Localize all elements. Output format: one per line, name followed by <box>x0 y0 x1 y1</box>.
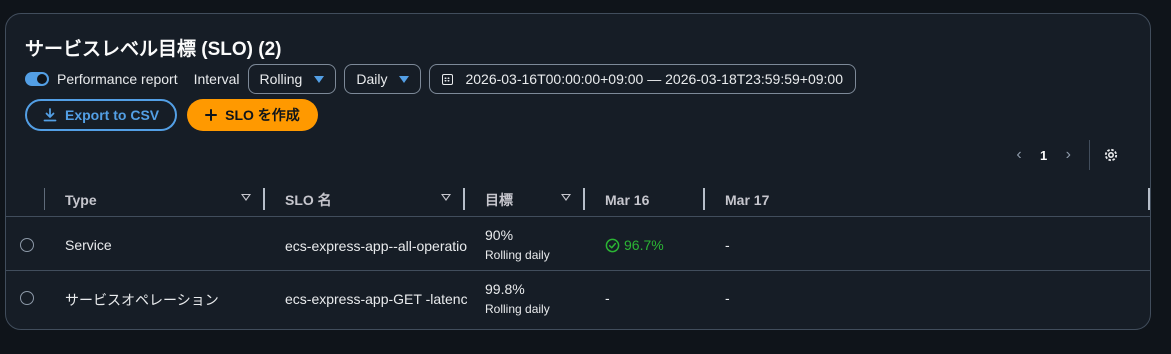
caret-down-icon <box>314 75 325 83</box>
page-title: サービスレベル目標 (SLO) (2) <box>25 39 282 60</box>
action-buttons: Export to CSV SLO を作成 <box>25 99 318 131</box>
cell-goal: 99.8% <box>485 281 525 297</box>
column-header-slo-name[interactable]: SLO 名 <box>285 184 332 216</box>
cell-mar16: - <box>605 290 610 306</box>
column-resizer[interactable] <box>583 188 585 210</box>
row-select-radio[interactable] <box>20 291 34 305</box>
cell-type: サービスオペレーション <box>65 292 219 308</box>
chevron-left-icon[interactable]: ‹ <box>1012 146 1026 164</box>
cell-slo-name[interactable]: ecs-express-app--all-operations <box>285 238 467 254</box>
create-slo-label: SLO を作成 <box>225 107 300 123</box>
cell-slo-name[interactable]: ecs-express-app-GET -latency <box>285 291 467 307</box>
table-header: Type SLO 名 目標 Mar 16 Mar 17 <box>6 184 1150 216</box>
calendar-icon <box>442 73 454 85</box>
cell-goal-sub: Rolling daily <box>485 248 550 262</box>
pagination: ‹ 1 › <box>1012 140 1120 170</box>
divider <box>1089 140 1091 170</box>
cell-goal-sub: Rolling daily <box>485 302 550 316</box>
performance-report-label: Performance report <box>57 71 178 87</box>
row-select-radio[interactable] <box>20 238 34 252</box>
toggle-knob <box>37 74 47 84</box>
column-divider <box>44 188 45 210</box>
table-row[interactable]: Service ecs-express-app--all-operations … <box>6 217 1150 271</box>
interval-select[interactable]: Rolling <box>247 64 337 94</box>
plus-icon <box>205 109 218 121</box>
column-resizer[interactable] <box>463 188 465 210</box>
interval-select-value: Rolling <box>259 71 303 87</box>
interval-label: Interval <box>193 71 240 87</box>
column-resizer[interactable] <box>703 188 705 210</box>
column-resizer[interactable] <box>263 188 265 210</box>
granularity-select-value: Daily <box>356 71 388 87</box>
caret-down-icon <box>399 75 410 83</box>
performance-report-toggle[interactable] <box>25 72 49 86</box>
check-circle-icon <box>605 238 620 252</box>
toolbar: Performance report Interval Rolling Dail… <box>25 64 856 94</box>
cell-mar16: 96.7% <box>605 237 664 253</box>
sort-icon[interactable] <box>441 194 451 201</box>
column-header-mar16[interactable]: Mar 16 <box>605 184 649 216</box>
export-csv-button[interactable]: Export to CSV <box>25 99 178 131</box>
column-header-mar17[interactable]: Mar 17 <box>725 184 769 216</box>
chevron-right-icon[interactable]: › <box>1061 146 1075 164</box>
gear-icon[interactable] <box>1102 146 1120 164</box>
granularity-select[interactable]: Daily <box>344 64 422 94</box>
export-csv-label: Export to CSV <box>65 107 160 123</box>
cell-mar17: - <box>725 237 730 253</box>
page-number[interactable]: 1 <box>1040 148 1047 163</box>
cell-mar17: - <box>725 290 730 306</box>
download-icon <box>43 108 57 122</box>
sort-icon[interactable] <box>241 194 251 201</box>
create-slo-button[interactable]: SLO を作成 <box>187 99 318 131</box>
cell-type: Service <box>65 237 112 253</box>
table-row[interactable]: サービスオペレーション ecs-express-app-GET -latency… <box>6 271 1150 325</box>
column-header-type[interactable]: Type <box>65 184 97 216</box>
cell-goal: 90% <box>485 227 514 243</box>
column-header-goal[interactable]: 目標 <box>485 184 513 216</box>
slo-panel: サービスレベル目標 (SLO) (2) Performance report I… <box>5 13 1151 330</box>
date-range-value: 2026-03-16T00:00:00+09:00 — 2026-03-18T2… <box>465 71 843 87</box>
sort-icon[interactable] <box>561 194 571 201</box>
column-resizer[interactable] <box>1148 188 1150 210</box>
date-range-picker[interactable]: 2026-03-16T00:00:00+09:00 — 2026-03-18T2… <box>429 64 856 94</box>
cell-mar16-value: 96.7% <box>624 237 664 253</box>
